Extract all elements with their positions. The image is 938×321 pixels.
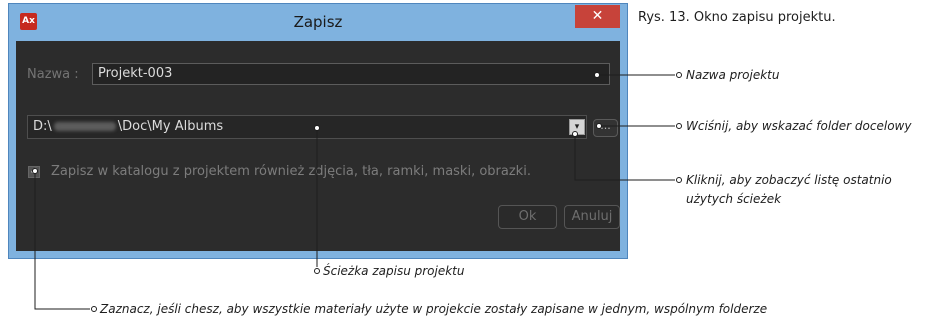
browse-callout: Wciśnij, aby wskazać folder docelowy	[686, 119, 912, 133]
name-callout: Nazwa projektu	[686, 68, 780, 82]
name-leader-end	[676, 72, 682, 78]
path-leader-dot	[314, 125, 320, 131]
name-leader-dot	[594, 72, 600, 78]
checkbox-leader-dot	[32, 168, 38, 174]
callout-lines	[32, 72, 682, 312]
checkbox-leader-end	[91, 306, 97, 312]
checkbox-leader-line	[34, 171, 90, 310]
dropdown-callout-line2: użytych ścieżek	[686, 192, 782, 206]
checkbox-callout: Zaznacz, jeśli chesz, aby wszystkie mate…	[100, 302, 768, 316]
browse-leader-dot	[596, 123, 602, 129]
browse-leader-end	[676, 123, 682, 129]
dropdown-leader-end	[676, 177, 682, 183]
path-leader-end	[314, 268, 320, 274]
dropdown-leader-line	[574, 134, 675, 181]
dropdown-callout-line1: Kliknij, aby zobaczyć listę ostatnio	[686, 173, 892, 187]
path-callout: Ścieżka zapisu projektu	[323, 264, 465, 278]
dropdown-leader-dot	[572, 131, 578, 137]
